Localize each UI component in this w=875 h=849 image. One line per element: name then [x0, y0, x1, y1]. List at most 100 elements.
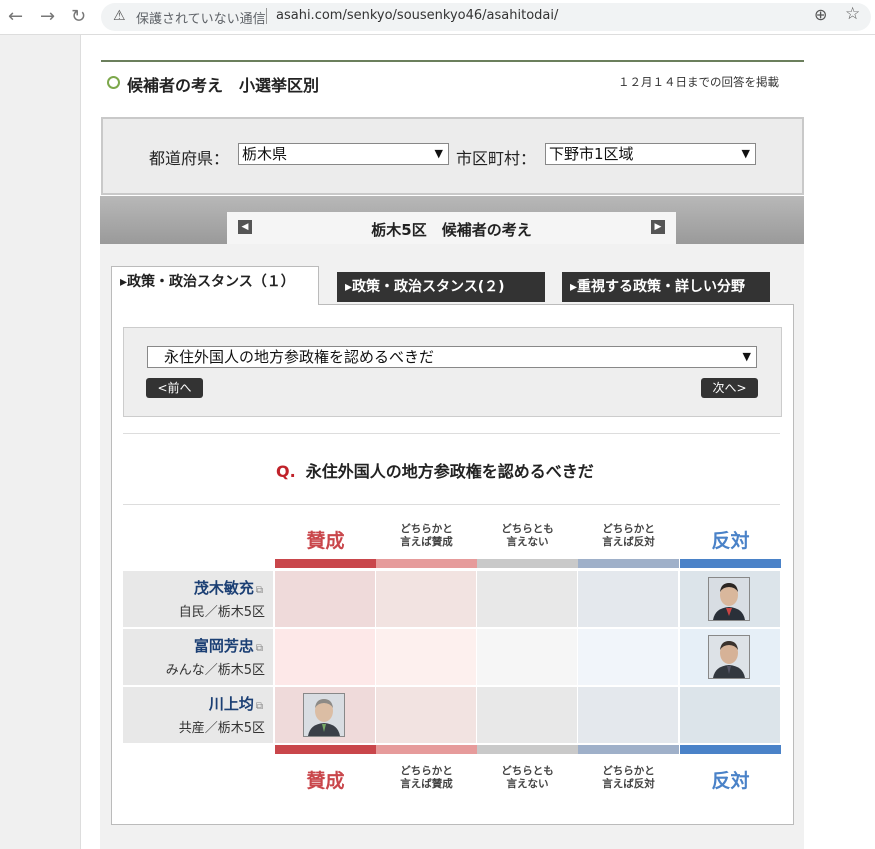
- scale-label: 言えば反対: [602, 778, 655, 790]
- question-selector-box: [123, 327, 782, 417]
- scale-label: どちらかと: [400, 765, 453, 777]
- scale-header: 賛成: [275, 526, 376, 553]
- zoom-icon[interactable]: ⊕: [814, 5, 827, 24]
- divider: [266, 8, 267, 24]
- scale-label: どちらとも: [501, 765, 554, 777]
- scale-bar: [477, 559, 578, 568]
- reload-icon[interactable]: ↻: [71, 6, 86, 27]
- tab-policy-stance-1[interactable]: ▸政策・政治スタンス（１）: [111, 266, 319, 305]
- candidate-party: 共産／栃木5区: [178, 721, 265, 736]
- insecure-label[interactable]: 保護されていない通信: [136, 8, 266, 27]
- left-gutter: [0, 35, 81, 849]
- prev-button[interactable]: <前へ: [146, 378, 203, 398]
- candidate-party: 自民／栃木5区: [178, 605, 265, 620]
- external-link-icon[interactable]: ⧉: [256, 585, 263, 596]
- answer-cell: [275, 687, 375, 743]
- answer-cell: [376, 687, 476, 743]
- warning-icon[interactable]: ⚠: [113, 8, 126, 24]
- scale-label: 言えば賛成: [400, 536, 453, 548]
- browser-toolbar: ← → ↻ ⚠ 保護されていない通信 asahi.com/senkyo/sous…: [0, 0, 875, 35]
- answer-cell: [578, 571, 678, 627]
- question-text: 永住外国人の地方参政権を認めるべきだ: [305, 462, 594, 481]
- candidate-name-cell: 富岡芳忠 ⧉ みんな／栃木5区: [123, 629, 273, 685]
- scale-label: 賛成: [306, 530, 345, 552]
- tab-policy-stance-2[interactable]: ▸政策・政治スタンス(２): [337, 272, 545, 302]
- external-link-icon[interactable]: ⧉: [256, 701, 263, 712]
- scale-label: 反対: [711, 530, 750, 552]
- answer-cell: [376, 571, 476, 627]
- tab-label: 政策・政治スタンス(２): [352, 279, 505, 295]
- scale-label: 言えない: [506, 778, 549, 790]
- scale-bar: [275, 745, 376, 754]
- tab-label: 政策・政治スタンス（１）: [127, 274, 295, 290]
- external-link-icon[interactable]: ⧉: [256, 643, 263, 654]
- candidate-name-link[interactable]: 茂木敏充 ⧉: [194, 577, 263, 598]
- scale-header: どちらかと 言えば賛成: [376, 523, 477, 549]
- prefecture-select[interactable]: 栃木県 ▼: [238, 143, 449, 165]
- tab-label: 重視する政策・詳しい分野: [577, 279, 746, 295]
- scale-bar: [376, 559, 477, 568]
- candidate-name-link[interactable]: 川上均 ⧉: [209, 693, 263, 714]
- scale-bar: [477, 745, 578, 754]
- header-rule: [101, 60, 804, 62]
- scale-header: どちらかと 言えば反対: [578, 523, 679, 549]
- next-district-icon[interactable]: ▶: [651, 220, 665, 234]
- question-select[interactable]: 永住外国人の地方参政権を認めるべきだ ▼: [147, 346, 757, 368]
- scale-bar: [578, 559, 679, 568]
- update-note: １２月１４日までの回答を掲載: [618, 75, 779, 89]
- tab-priority-policy[interactable]: ▸重視する政策・詳しい分野: [562, 272, 770, 302]
- candidate-photo: [708, 577, 750, 621]
- chevron-down-icon: ▼: [742, 350, 751, 363]
- candidate-name-link[interactable]: 富岡芳忠 ⧉: [194, 635, 263, 656]
- scale-header: 賛成: [275, 766, 376, 793]
- answer-cell: [477, 629, 577, 685]
- circle-bullet-icon: [107, 76, 120, 89]
- scale-bar: [680, 745, 781, 754]
- city-select[interactable]: 下野市1区域 ▼: [545, 143, 756, 165]
- question-select-value: 永住外国人の地方参政権を認めるべきだ: [164, 348, 435, 366]
- answer-cell: [477, 571, 577, 627]
- scale-header: 反対: [680, 526, 781, 553]
- candidate-photo: [303, 693, 345, 737]
- scale-label: どちらとも: [501, 523, 554, 535]
- page-title: 候補者の考え 小選挙区別: [127, 76, 320, 95]
- candidate-name[interactable]: 川上均: [209, 695, 254, 713]
- answer-cell: [477, 687, 577, 743]
- answer-cell: [376, 629, 476, 685]
- district-title: 栃木5区 候補者の考え: [371, 221, 532, 239]
- triangle-icon: ▸: [570, 279, 578, 295]
- scale-header: どちらとも 言えない: [477, 523, 578, 549]
- answer-cell: [578, 629, 678, 685]
- divider: [123, 504, 780, 505]
- question-prefix: Q.: [276, 462, 296, 481]
- candidate-name-cell: 茂木敏充 ⧉ 自民／栃木5区: [123, 571, 273, 627]
- city-label: 市区町村：: [456, 149, 537, 168]
- candidate-name[interactable]: 富岡芳忠: [194, 637, 254, 655]
- back-icon[interactable]: ←: [8, 6, 23, 27]
- scale-header: どちらとも 言えない: [477, 765, 578, 791]
- answer-cell: [275, 571, 375, 627]
- scale-label: 反対: [711, 770, 750, 792]
- chevron-down-icon: ▼: [741, 147, 750, 160]
- candidate-name-cell: 川上均 ⧉ 共産／栃木5区: [123, 687, 273, 743]
- prefecture-label: 都道府県：: [149, 149, 230, 168]
- forward-icon[interactable]: →: [40, 6, 55, 27]
- bookmark-star-icon[interactable]: ☆: [845, 4, 860, 24]
- scale-label: 言えば賛成: [400, 778, 453, 790]
- divider: [123, 433, 780, 434]
- scale-label: 言えば反対: [602, 536, 655, 548]
- district-header: ◀ 栃木5区 候補者の考え ▶: [227, 212, 676, 244]
- candidate-name[interactable]: 茂木敏充: [194, 579, 254, 597]
- scale-bar: [376, 745, 477, 754]
- url-text[interactable]: asahi.com/senkyo/sousenkyo46/asahitodai/: [276, 8, 558, 23]
- scale-bar: [680, 559, 781, 568]
- prefecture-value: 栃木県: [242, 145, 288, 163]
- answer-cell: [680, 687, 780, 743]
- answer-cell: [680, 571, 780, 627]
- scale-label: 言えない: [506, 536, 549, 548]
- answer-cell: [578, 687, 678, 743]
- candidate-photo: [708, 635, 750, 679]
- scale-header: 反対: [680, 766, 781, 793]
- answer-cell: [275, 629, 375, 685]
- next-button[interactable]: 次へ>: [701, 378, 758, 398]
